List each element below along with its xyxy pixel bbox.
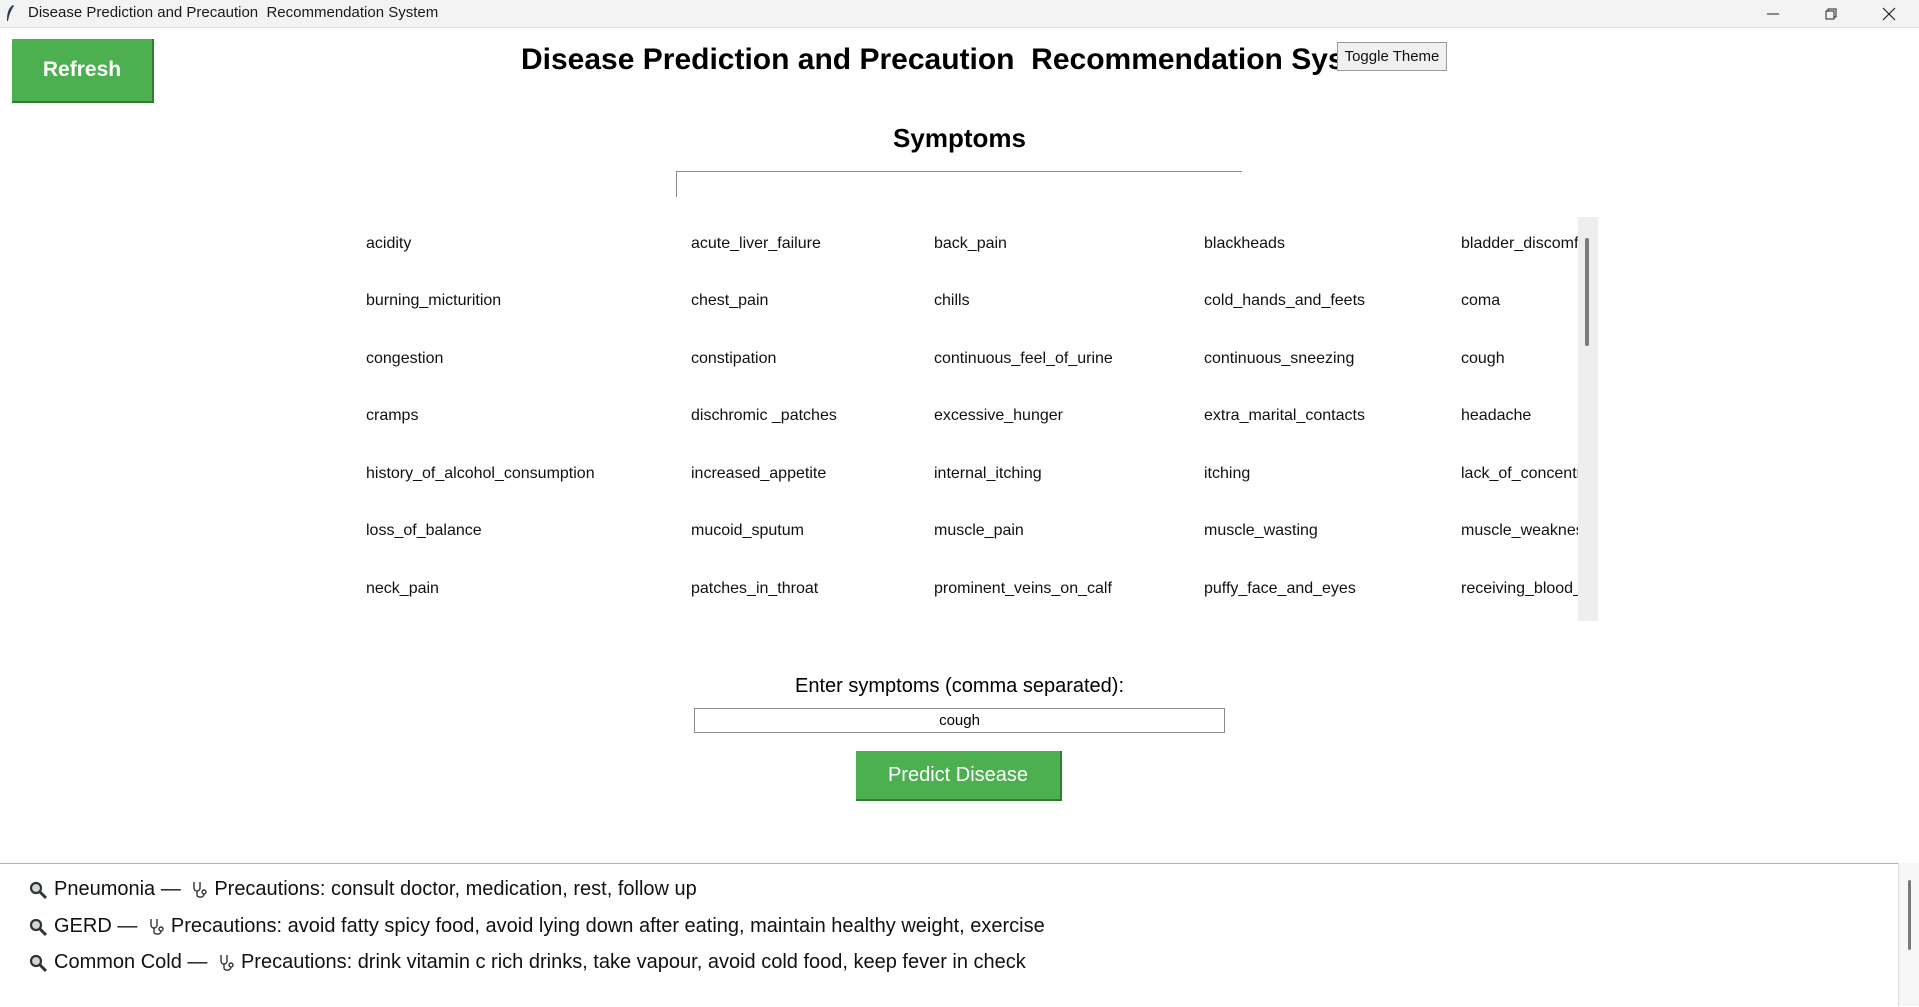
symptom-item[interactable]: history_of_alcohol_consumption	[366, 465, 686, 483]
symptom-item[interactable]: excessive_hunger	[934, 407, 1202, 425]
symptom-item[interactable]: muscle_pain	[934, 522, 1202, 540]
refresh-button[interactable]: Refresh	[12, 39, 154, 103]
symptom-item[interactable]: neck_pain	[366, 580, 686, 598]
magnifier-icon	[29, 918, 48, 936]
symptom-item[interactable]: patches_in_throat	[691, 580, 931, 598]
minimize-icon	[1767, 13, 1779, 14]
symptom-item[interactable]: prominent_veins_on_calf	[934, 580, 1202, 598]
symptom-item[interactable]: congestion	[366, 350, 686, 368]
symptom-item[interactable]: continuous_feel_of_urine	[934, 350, 1202, 368]
symptom-item[interactable]: puffy_face_and_eyes	[1204, 580, 1458, 598]
symptom-grid: acidity acute_liver_failure back_pain black…	[366, 217, 1578, 621]
symptom-item[interactable]: muscle_wasting	[1204, 522, 1458, 540]
symptom-item[interactable]: loss_of_balance	[366, 522, 686, 540]
stethoscope-icon	[220, 954, 234, 971]
maximize-button[interactable]	[1802, 0, 1860, 27]
symptom-item[interactable]: coma	[1461, 292, 1578, 310]
symptom-grid-scroll-thumb[interactable]	[1585, 238, 1589, 346]
magnifier-icon	[29, 881, 48, 899]
symptoms-input-label: Enter symptoms (comma separated):	[795, 675, 1124, 697]
symptom-item[interactable]: mucoid_sputum	[691, 522, 931, 540]
symptom-item[interactable]: muscle_weakness	[1461, 522, 1578, 540]
symptom-item[interactable]: burning_micturition	[366, 292, 686, 310]
feather-icon	[7, 5, 14, 21]
symptom-item[interactable]: internal_itching	[934, 465, 1202, 483]
symptom-item[interactable]: cough	[1461, 350, 1578, 368]
result-separator: —	[111, 915, 143, 937]
symptom-filter-input[interactable]	[676, 171, 1242, 197]
result-separator: —	[155, 878, 187, 900]
predict-disease-button[interactable]: Predict Disease	[856, 751, 1062, 801]
result-disease: Common Cold	[54, 951, 182, 973]
result-precautions-prefix: Precautions:	[170, 915, 288, 937]
result-item: Common Cold — Precautions: drink vitamin…	[28, 951, 1026, 974]
symptom-item[interactable]: itching	[1204, 465, 1458, 483]
result-disease: GERD	[54, 915, 112, 937]
restore-icon	[1825, 8, 1837, 19]
results-scroll-thumb[interactable]	[1908, 880, 1911, 950]
result-precautions: avoid fatty spicy food, avoid lying down…	[287, 915, 1045, 937]
symptom-item[interactable]: cramps	[366, 407, 686, 425]
symptom-item[interactable]: chills	[934, 292, 1202, 310]
symptom-item[interactable]: blackheads	[1204, 235, 1458, 253]
magnifier-icon	[29, 954, 48, 972]
symptoms-input[interactable]	[694, 708, 1225, 733]
result-precautions: drink vitamin c rich drinks, take vapour…	[357, 951, 1026, 973]
symptom-item[interactable]: chest_pain	[691, 292, 931, 310]
stethoscope-icon	[150, 918, 164, 935]
close-icon	[1882, 7, 1896, 20]
result-precautions-prefix: Precautions:	[240, 951, 358, 973]
toggle-theme-button[interactable]: Toggle Theme	[1337, 42, 1447, 71]
symptom-item[interactable]: extra_marital_contacts	[1204, 407, 1458, 425]
symptom-item[interactable]: increased_appetite	[691, 465, 931, 483]
symptom-item[interactable]: bladder_discomfort	[1461, 235, 1578, 253]
symptom-item[interactable]: headache	[1461, 407, 1578, 425]
symptom-item[interactable]: lack_of_concentration	[1461, 465, 1578, 483]
page-title: Disease Prediction and Precaution Recomm…	[521, 43, 1341, 76]
result-disease: Pneumonia	[54, 878, 156, 900]
window-title: Disease Prediction and Precaution Recomm…	[28, 4, 439, 21]
result-precautions-prefix: Precautions:	[214, 878, 332, 900]
close-button[interactable]	[1860, 0, 1918, 27]
results-panel: Pneumonia — Precautions: consult doctor,…	[0, 863, 1898, 1007]
minimize-button[interactable]	[1744, 0, 1802, 27]
symptom-item[interactable]: acute_liver_failure	[691, 235, 931, 253]
result-separator: —	[181, 951, 213, 973]
symptom-item[interactable]: acidity	[366, 235, 686, 253]
symptom-item[interactable]: dischromic _patches	[691, 407, 931, 425]
result-item: Pneumonia — Precautions: consult doctor,…	[28, 878, 697, 901]
symptom-item[interactable]: continuous_sneezing	[1204, 350, 1458, 368]
result-item: GERD — Precautions: avoid fatty spicy fo…	[28, 915, 1045, 938]
stethoscope-icon	[193, 881, 208, 898]
symptom-item[interactable]: receiving_blood_transfusion	[1461, 580, 1578, 598]
result-precautions: consult doctor, medication, rest, follow…	[331, 878, 697, 900]
symptom-item[interactable]: constipation	[691, 350, 931, 368]
symptoms-heading: Symptoms	[893, 123, 1026, 153]
symptom-item[interactable]: cold_hands_and_feets	[1204, 292, 1458, 310]
symptom-item[interactable]: back_pain	[934, 235, 1202, 253]
